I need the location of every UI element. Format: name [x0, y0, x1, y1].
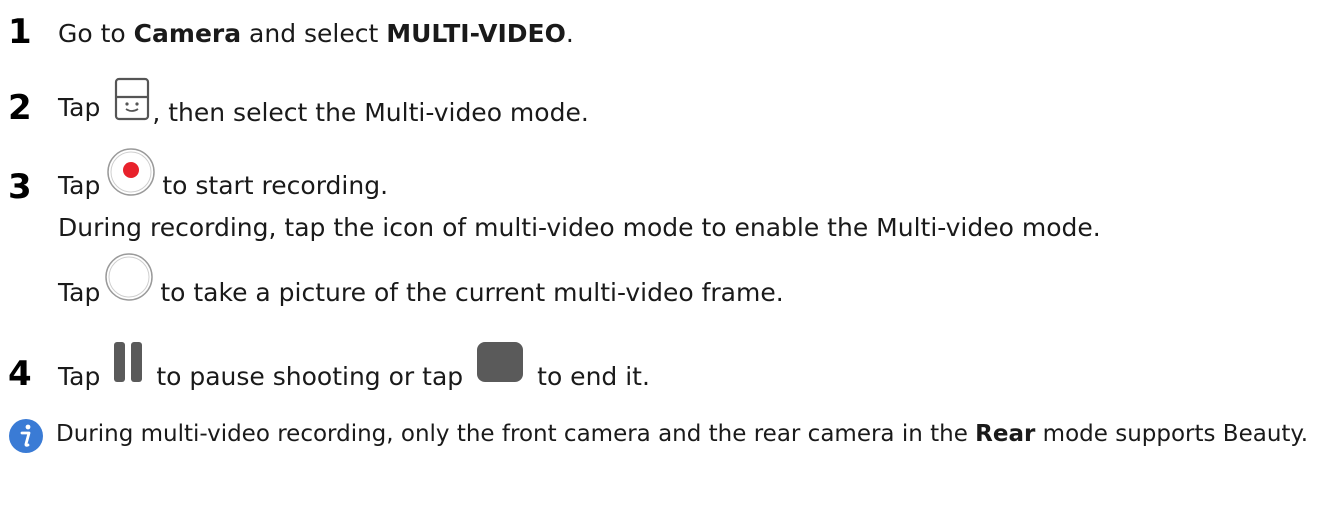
- step-number-2: 2: [8, 88, 32, 128]
- step-3-rest: to start recording.: [162, 171, 389, 200]
- multi-video-label: MULTI-VIDEO: [386, 19, 566, 48]
- stop-icon: [477, 342, 524, 392]
- camera-mode-switch-icon: [114, 77, 150, 131]
- shutter-button-icon: [104, 252, 154, 314]
- step-number-4: 4: [8, 354, 32, 394]
- step-3-tap: Tap: [58, 171, 101, 200]
- note-text-after: mode supports Beauty.: [1035, 421, 1309, 447]
- note-text-before: During multi-video recording, only the f…: [56, 421, 976, 447]
- step-number-1: 1: [8, 12, 32, 52]
- rear-label: Rear: [975, 421, 1036, 447]
- step-2-text: Tap , then select the Multi-video mode.: [58, 77, 589, 132]
- step-3-line-3-rest: to take a picture of the current multi-v…: [160, 278, 784, 307]
- step-4-tap: Tap: [58, 362, 101, 391]
- step-1-text: Go to Camera and select MULTI-VIDEO .: [58, 16, 574, 52]
- step-4-rest: to end it.: [537, 362, 650, 391]
- step-3-line-3: Tap to take a picture of the current mul…: [58, 253, 784, 310]
- step-4-middle: to pause shooting or tap: [156, 362, 464, 391]
- step-number-3: 3: [8, 167, 32, 207]
- step-2-rest: , then select the Multi-video mode.: [152, 98, 589, 127]
- step-1-part-c: and select: [241, 19, 387, 48]
- record-button-icon: [106, 147, 156, 207]
- step-3-line-2: During recording, tap the icon of multi-…: [58, 213, 1101, 242]
- pause-icon: [114, 342, 143, 392]
- info-icon: [8, 418, 44, 458]
- step-1-part-e: .: [565, 19, 574, 48]
- camera-label: Camera: [133, 19, 242, 48]
- step-2-tap: Tap: [58, 93, 101, 122]
- step-1-part-a: Go to: [58, 19, 134, 48]
- step-3-line-3-tap: Tap: [58, 278, 101, 307]
- step-3-text: Tap to start recording.: [58, 147, 389, 207]
- step-4-text: Tap to pause shooting or tap to end it.: [58, 340, 650, 394]
- note-text: During multi-video recording, only the f…: [56, 411, 1318, 457]
